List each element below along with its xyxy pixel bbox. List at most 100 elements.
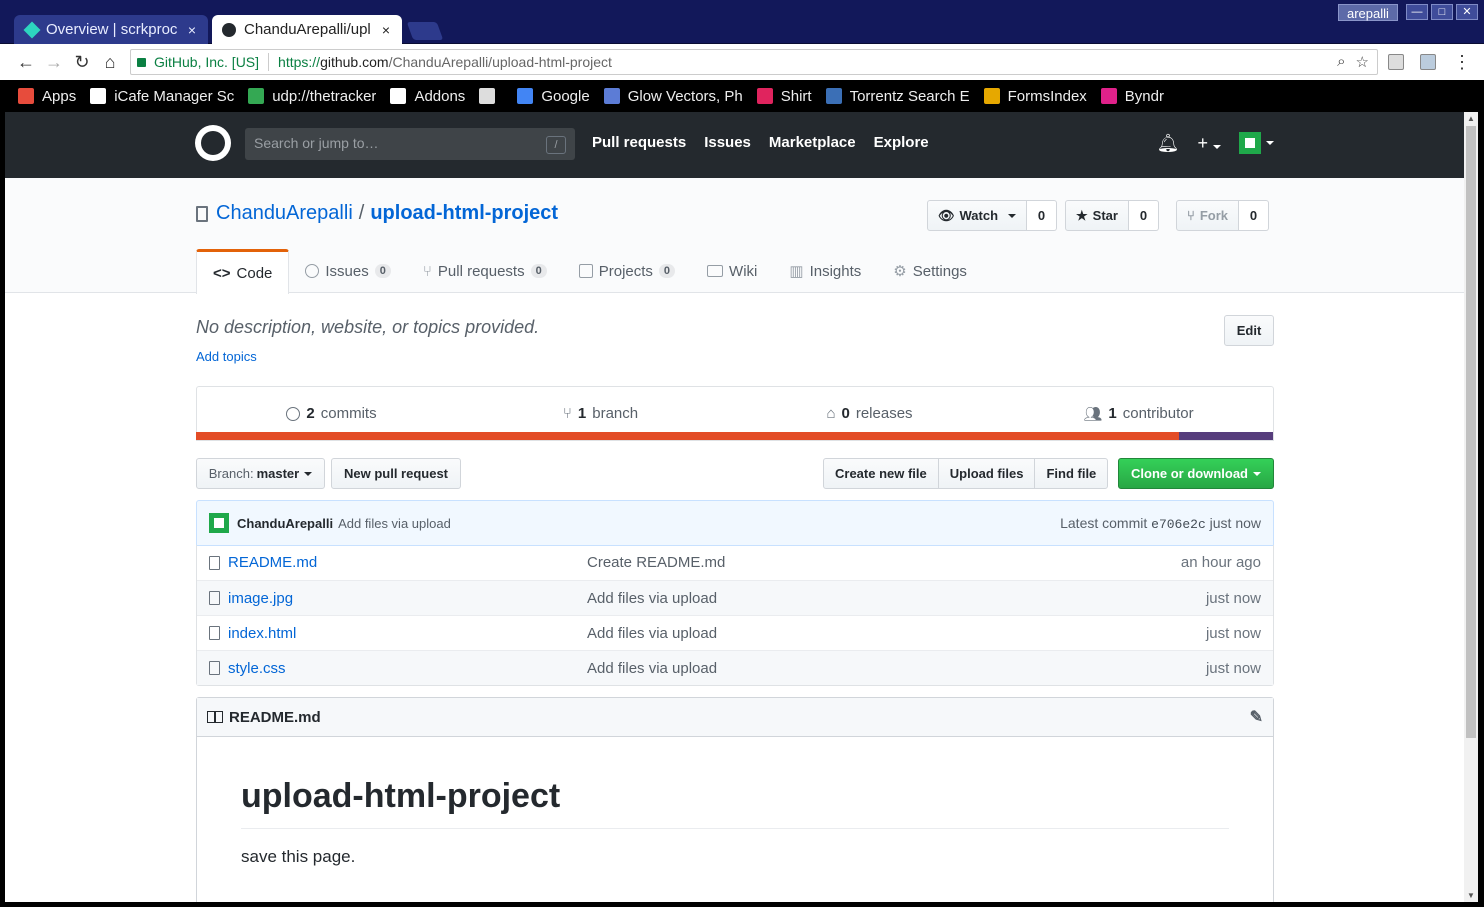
bookmark-item[interactable]: iCafe Manager Sc <box>90 88 234 105</box>
find-file-button[interactable]: Find file <box>1034 458 1109 489</box>
clone-or-download-button[interactable]: Clone or download <box>1118 458 1274 489</box>
watch-button[interactable]: 👁︎ Watch <box>927 200 1028 231</box>
commit-author-link[interactable]: ChanduArepalli <box>237 516 333 531</box>
avatar[interactable] <box>209 513 229 533</box>
bookmark-item[interactable]: FormsIndex <box>983 88 1087 105</box>
history-icon <box>286 406 301 421</box>
star-count[interactable]: 0 <box>1128 200 1159 231</box>
bookmark-item[interactable]: Apps <box>18 88 76 105</box>
fork-icon: ⑂ <box>1187 208 1195 223</box>
language-segment[interactable] <box>1179 432 1273 440</box>
bookmark-item[interactable]: Addons <box>390 88 465 105</box>
pencil-icon[interactable]: ✎ <box>1250 707 1263 727</box>
nav-marketplace[interactable]: Marketplace <box>769 134 856 151</box>
search-input[interactable]: Search or jump to… / <box>245 128 575 160</box>
language-bar[interactable] <box>196 432 1273 440</box>
scrollbar-thumb[interactable] <box>1466 126 1476 738</box>
tab-issues[interactable]: Issues 0 <box>289 249 406 293</box>
bookmark-item[interactable]: Torrentz Search E <box>825 87 970 105</box>
back-icon[interactable]: ← <box>16 52 36 72</box>
repo-path-separator: / <box>358 202 365 224</box>
profile-chip[interactable]: arepalli <box>1338 4 1398 21</box>
create-new-dropdown[interactable]: + <box>1197 133 1221 154</box>
maximize-button[interactable]: □ <box>1431 4 1453 20</box>
watch-count[interactable]: 0 <box>1027 200 1058 231</box>
address-bar[interactable]: GitHub, Inc. [US] https://github.com/Cha… <box>130 49 1378 75</box>
add-topics-link[interactable]: Add topics <box>196 349 257 364</box>
file-commit-message-link[interactable]: Add files via upload <box>587 660 1206 677</box>
commit-sha-link[interactable]: e706e2c <box>1151 517 1206 532</box>
minimize-button[interactable]: — <box>1406 4 1428 20</box>
new-tab-button[interactable] <box>406 22 444 40</box>
menu-icon[interactable]: ⋮ <box>1452 52 1472 72</box>
bookmark-star-icon[interactable]: ☆ <box>1356 53 1369 71</box>
edit-description-button[interactable]: Edit <box>1224 315 1274 346</box>
star-button[interactable]: ★ Star <box>1065 200 1129 231</box>
forward-icon[interactable]: → <box>44 52 64 72</box>
nav-pull-requests[interactable]: Pull requests <box>592 134 686 151</box>
extension-icon[interactable] <box>1388 54 1404 70</box>
bookmark-label: Torrentz Search E <box>849 87 970 105</box>
user-menu-dropdown[interactable] <box>1239 132 1274 154</box>
tab-code[interactable]: <> Code <box>196 249 290 294</box>
fork-group: ⑂ Fork 0 <box>1176 200 1269 231</box>
bookmark-item[interactable]: Google <box>517 88 590 105</box>
shirt-icon <box>756 88 773 104</box>
security-indicator[interactable]: GitHub, Inc. [US] <box>137 54 259 70</box>
reload-icon[interactable]: ↻ <box>72 52 92 72</box>
tab-close-icon[interactable]: × <box>378 22 394 38</box>
lock-icon <box>137 57 146 67</box>
scroll-up-icon[interactable]: ▲ <box>1467 114 1475 123</box>
header-nav: Pull requests Issues Marketplace Explore <box>592 134 929 151</box>
create-new-file-button[interactable]: Create new file <box>823 458 939 489</box>
commit-meta: Latest commit e706e2c just now <box>1060 515 1261 532</box>
notifications-bell-icon[interactable]: 🔔︎ <box>1157 133 1180 154</box>
tab-wiki[interactable]: Wiki <box>691 249 773 293</box>
file-commit-message-link[interactable]: Create README.md <box>587 554 1181 571</box>
file-name-link[interactable]: image.jpg <box>228 590 587 607</box>
branch-select-button[interactable]: Branch: master <box>196 458 325 489</box>
tab-projects[interactable]: Projects 0 <box>563 249 691 293</box>
file-name-link[interactable]: README.md <box>228 554 587 571</box>
readme-box: README.md ✎ upload-html-project save thi… <box>196 697 1274 902</box>
tab-label: Issues <box>325 262 369 280</box>
zoom-icon[interactable]: ⌕ <box>1337 53 1345 71</box>
tab-insights[interactable]: ▥ Insights <box>773 249 877 293</box>
repo-owner-link[interactable]: ChanduArepalli <box>216 202 353 225</box>
url-host: github.com <box>320 54 389 70</box>
repo-name-link[interactable]: upload-html-project <box>370 202 558 225</box>
new-pull-request-button[interactable]: New pull request <box>331 458 461 489</box>
browser-tab-overview[interactable]: Overview | scrkproc × <box>14 15 208 44</box>
tab-label: Wiki <box>729 262 758 280</box>
fork-count[interactable]: 0 <box>1238 200 1269 231</box>
commit-message-link[interactable]: Add files via upload <box>338 516 451 531</box>
file-row: README.md Create README.md an hour ago <box>197 545 1273 580</box>
upload-files-button[interactable]: Upload files <box>937 458 1036 489</box>
fork-button[interactable]: ⑂ Fork <box>1176 200 1239 231</box>
nav-explore[interactable]: Explore <box>874 134 929 151</box>
home-icon[interactable]: ⌂ <box>100 52 120 72</box>
tab-close-icon[interactable]: × <box>184 22 200 38</box>
file-name-link[interactable]: style.css <box>228 660 587 677</box>
bookmark-item[interactable]: Shirt <box>756 88 812 105</box>
repo-header: ChanduArepalli / upload-html-project 👁︎ W… <box>5 178 1464 294</box>
bookmark-item[interactable]: Glow Vectors, Ph <box>603 88 743 105</box>
tab-pull-requests[interactable]: ⑂ Pull requests 0 <box>407 249 563 293</box>
file-name-link[interactable]: index.html <box>228 625 587 642</box>
page-scrollbar[interactable]: ▲ ▼ <box>1464 112 1478 902</box>
file-commit-message-link[interactable]: Add files via upload <box>587 625 1206 642</box>
scroll-down-icon[interactable]: ▼ <box>1467 891 1475 900</box>
file-commit-message-link[interactable]: Add files via upload <box>587 590 1206 607</box>
bookmark-item[interactable] <box>479 88 503 104</box>
github-logo-icon[interactable] <box>195 125 231 161</box>
bookmark-item[interactable]: Byndr <box>1100 88 1164 105</box>
file-row: style.css Add files via upload just now <box>197 650 1273 685</box>
file-row: index.html Add files via upload just now <box>197 615 1273 650</box>
close-window-button[interactable]: ✕ <box>1456 4 1478 20</box>
bookmark-item[interactable]: udp://thetracker <box>248 88 376 105</box>
extension-icon[interactable] <box>1420 54 1436 70</box>
tab-settings[interactable]: ⚙ Settings <box>877 249 983 293</box>
nav-issues[interactable]: Issues <box>704 134 751 151</box>
browser-tab-github[interactable]: ChanduArepalli/upl × <box>212 15 402 44</box>
language-segment[interactable] <box>196 432 1180 440</box>
